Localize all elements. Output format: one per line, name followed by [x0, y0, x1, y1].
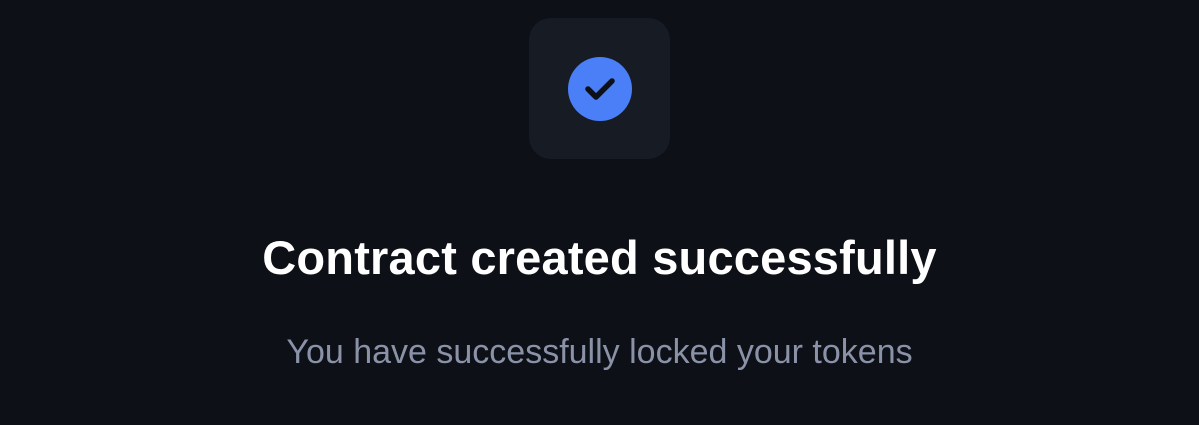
status-icon-tile — [529, 18, 670, 159]
check-circle-icon — [567, 56, 632, 121]
success-subtitle: You have successfully locked your tokens — [286, 333, 913, 371]
success-title: Contract created successfully — [262, 231, 937, 284]
success-screen: Contract created successfully You have s… — [0, 0, 1199, 425]
checkmark-icon — [584, 77, 615, 100]
